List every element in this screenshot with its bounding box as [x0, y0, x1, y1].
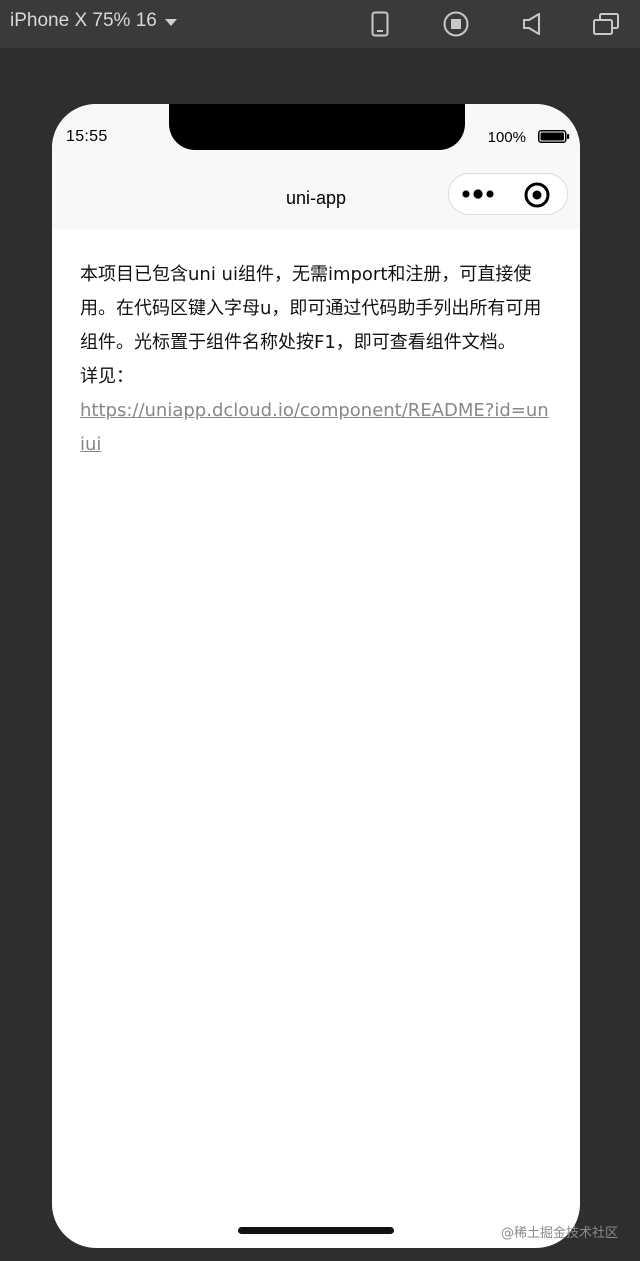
- status-time: 15:55: [66, 128, 108, 145]
- page-content: 本项目已包含uni ui组件，无需import和注册，可直接使用。在代码区键入字…: [80, 258, 550, 462]
- phone-icon[interactable]: [364, 8, 396, 40]
- volume-icon[interactable]: [516, 8, 548, 40]
- mini-program-capsule: [448, 173, 568, 215]
- notch: [169, 104, 465, 150]
- battery-icon: [538, 130, 570, 143]
- home-indicator[interactable]: [238, 1227, 394, 1234]
- more-dots-icon[interactable]: [459, 180, 501, 208]
- window-icon[interactable]: [590, 8, 622, 40]
- battery-percentage: 100%: [487, 129, 526, 146]
- status-bar: 15:55 100%: [52, 104, 580, 166]
- description-text: 本项目已包含uni ui组件，无需import和注册，可直接使用。在代码区键入字…: [80, 264, 542, 353]
- close-target-icon[interactable]: [523, 181, 551, 209]
- watermark: @稀土掘金技术社区: [500, 1226, 618, 1241]
- caret-down-icon: [164, 18, 177, 26]
- see-label: 详见：: [80, 366, 134, 387]
- device-selector[interactable]: iPhone X 75% 16: [10, 9, 177, 33]
- record-icon[interactable]: [440, 8, 472, 40]
- phone-screen: 15:55 100% uni-app 本项目已包含uni ui组件，无需impo…: [52, 104, 580, 1248]
- simulator-toolbar: iPhone X 75% 16: [0, 0, 640, 48]
- docs-link[interactable]: https://uniapp.dcloud.io/component/READM…: [80, 400, 549, 455]
- navigation-bar: uni-app: [52, 166, 580, 230]
- device-label: iPhone X 75% 16: [10, 10, 157, 31]
